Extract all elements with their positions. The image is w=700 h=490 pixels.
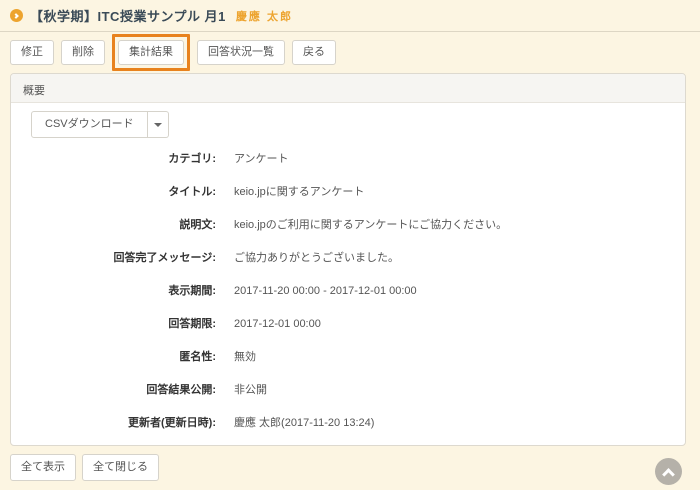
- field-label-completion-message: 回答完了メッセージ:: [31, 251, 216, 266]
- fields-list: カテゴリ: アンケート タイトル: keio.jpに関するアンケート 説明文: …: [31, 152, 665, 431]
- edit-button[interactable]: 修正: [10, 40, 54, 65]
- panel-title: 概要: [11, 74, 685, 103]
- field-label-result-publication: 回答結果公開:: [31, 383, 216, 398]
- field-label-description: 説明文:: [31, 218, 216, 233]
- scroll-to-top-button[interactable]: [655, 458, 682, 485]
- chevron-up-icon: [662, 468, 675, 481]
- field-label-updated-by: 更新者(更新日時):: [31, 416, 216, 431]
- field-row-description: 説明文: keio.jpのご利用に関するアンケートにご協力ください。: [31, 218, 665, 233]
- response-status-list-button[interactable]: 回答状況一覧: [197, 40, 285, 65]
- field-value-description: keio.jpのご利用に関するアンケートにご協力ください。: [234, 218, 507, 233]
- tally-results-highlight-box: 集計結果: [112, 34, 190, 71]
- tally-results-button[interactable]: 集計結果: [118, 40, 184, 65]
- field-value-title: keio.jpに関するアンケート: [234, 185, 364, 200]
- page-title: 【秋学期】ITC授業サンプル 月1: [30, 6, 226, 25]
- caret-down-icon: [154, 123, 162, 127]
- collapse-all-button[interactable]: 全て閉じる: [82, 454, 159, 481]
- breadcrumb-arrow-icon: [10, 9, 23, 22]
- field-label-answer-deadline: 回答期限:: [31, 317, 216, 332]
- csv-split-button: CSVダウンロード: [31, 111, 169, 138]
- owner-name: 慶應 太郎: [236, 8, 293, 24]
- footer-bar: 全て表示 全て閉じる: [0, 446, 700, 489]
- field-row-category: カテゴリ: アンケート: [31, 152, 665, 167]
- field-row-anonymity: 匿名性: 無効: [31, 350, 665, 365]
- page: 【秋学期】ITC授業サンプル 月1 慶應 太郎 修正 削除 集計結果 回答状況一…: [0, 0, 700, 490]
- field-label-anonymity: 匿名性:: [31, 350, 216, 365]
- field-row-answer-deadline: 回答期限: 2017-12-01 00:00: [31, 317, 665, 332]
- field-label-display-period: 表示期間:: [31, 284, 216, 299]
- field-value-category: アンケート: [234, 152, 289, 167]
- csv-download-button[interactable]: CSVダウンロード: [31, 111, 148, 138]
- delete-button[interactable]: 削除: [61, 40, 105, 65]
- back-button[interactable]: 戻る: [292, 40, 336, 65]
- panel-body: CSVダウンロード カテゴリ: アンケート タイトル: keio.jpに関するア…: [11, 103, 685, 445]
- overview-panel: 概要 CSVダウンロード カテゴリ: アンケート タイトル: keio.jpに関…: [10, 73, 686, 446]
- field-value-display-period: 2017-11-20 00:00 - 2017-12-01 00:00: [234, 284, 417, 299]
- field-row-updated-by: 更新者(更新日時): 慶應 太郎(2017-11-20 13:24): [31, 416, 665, 431]
- field-label-category: カテゴリ:: [31, 152, 216, 167]
- field-value-result-publication: 非公開: [234, 383, 267, 398]
- toolbar: 修正 削除 集計結果 回答状況一覧 戻る: [0, 32, 700, 71]
- field-value-updated-by: 慶應 太郎(2017-11-20 13:24): [234, 416, 374, 431]
- field-value-completion-message: ご協力ありがとうございました。: [234, 251, 399, 266]
- field-row-completion-message: 回答完了メッセージ: ご協力ありがとうございました。: [31, 251, 665, 266]
- field-row-display-period: 表示期間: 2017-11-20 00:00 - 2017-12-01 00:0…: [31, 284, 665, 299]
- page-header: 【秋学期】ITC授業サンプル 月1 慶應 太郎: [0, 0, 700, 32]
- field-row-result-publication: 回答結果公開: 非公開: [31, 383, 665, 398]
- field-row-title: タイトル: keio.jpに関するアンケート: [31, 185, 665, 200]
- field-value-anonymity: 無効: [234, 350, 256, 365]
- expand-all-button[interactable]: 全て表示: [10, 454, 76, 481]
- field-value-answer-deadline: 2017-12-01 00:00: [234, 317, 321, 332]
- field-label-title: タイトル:: [31, 185, 216, 200]
- csv-dropdown-toggle[interactable]: [148, 111, 169, 138]
